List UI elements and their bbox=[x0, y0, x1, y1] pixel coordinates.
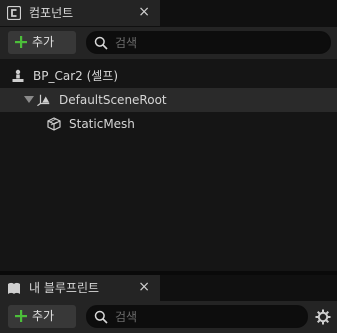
component-panel-icon bbox=[7, 6, 21, 20]
search-icon bbox=[94, 310, 108, 324]
components-tab-bar: 컴포넌트 × bbox=[0, 0, 337, 27]
blueprint-search-box[interactable] bbox=[86, 305, 308, 328]
search-input[interactable] bbox=[115, 34, 315, 51]
tab-my-blueprint[interactable]: 내 블루프린트 × bbox=[0, 275, 160, 301]
tree-item-label: StaticMesh bbox=[69, 117, 135, 131]
tree-item-bp-car2[interactable]: BP_Car2 (셀프) bbox=[0, 64, 337, 88]
static-mesh-icon bbox=[47, 117, 61, 131]
self-actor-icon bbox=[12, 69, 24, 82]
close-icon[interactable]: × bbox=[138, 5, 150, 19]
tab-label-my-blueprint: 내 블루프린트 bbox=[29, 281, 100, 295]
plus-icon bbox=[15, 310, 27, 322]
gear-icon[interactable] bbox=[315, 309, 331, 325]
add-component-button[interactable]: 추가 bbox=[8, 31, 76, 54]
add-button-label: 추가 bbox=[32, 35, 55, 49]
component-tree: BP_Car2 (셀프) DefaultSceneRoot StaticMesh bbox=[0, 59, 337, 271]
search-input[interactable] bbox=[115, 308, 295, 325]
book-icon bbox=[8, 282, 20, 294]
blueprint-tab-bar: 내 블루프린트 × bbox=[0, 275, 337, 301]
chevron-down-icon[interactable] bbox=[24, 96, 34, 104]
plus-icon bbox=[15, 36, 27, 48]
add-blueprint-item-button[interactable]: 추가 bbox=[8, 305, 76, 328]
components-toolbar: 추가 bbox=[0, 27, 337, 59]
tree-item-label: BP_Car2 (셀프) bbox=[33, 69, 119, 83]
tree-item-static-mesh[interactable]: StaticMesh bbox=[0, 112, 337, 136]
tree-item-default-scene-root[interactable]: DefaultSceneRoot bbox=[0, 88, 337, 112]
close-icon[interactable]: × bbox=[138, 280, 150, 294]
component-search-box[interactable] bbox=[86, 31, 331, 54]
blueprint-toolbar: 추가 bbox=[0, 301, 337, 333]
tab-label-components: 컴포넌트 bbox=[29, 6, 74, 20]
search-icon bbox=[94, 36, 108, 50]
tab-components[interactable]: 컴포넌트 × bbox=[0, 0, 160, 26]
tree-item-label: DefaultSceneRoot bbox=[59, 93, 167, 107]
add-button-label: 추가 bbox=[32, 309, 55, 323]
scene-root-icon bbox=[37, 94, 50, 107]
